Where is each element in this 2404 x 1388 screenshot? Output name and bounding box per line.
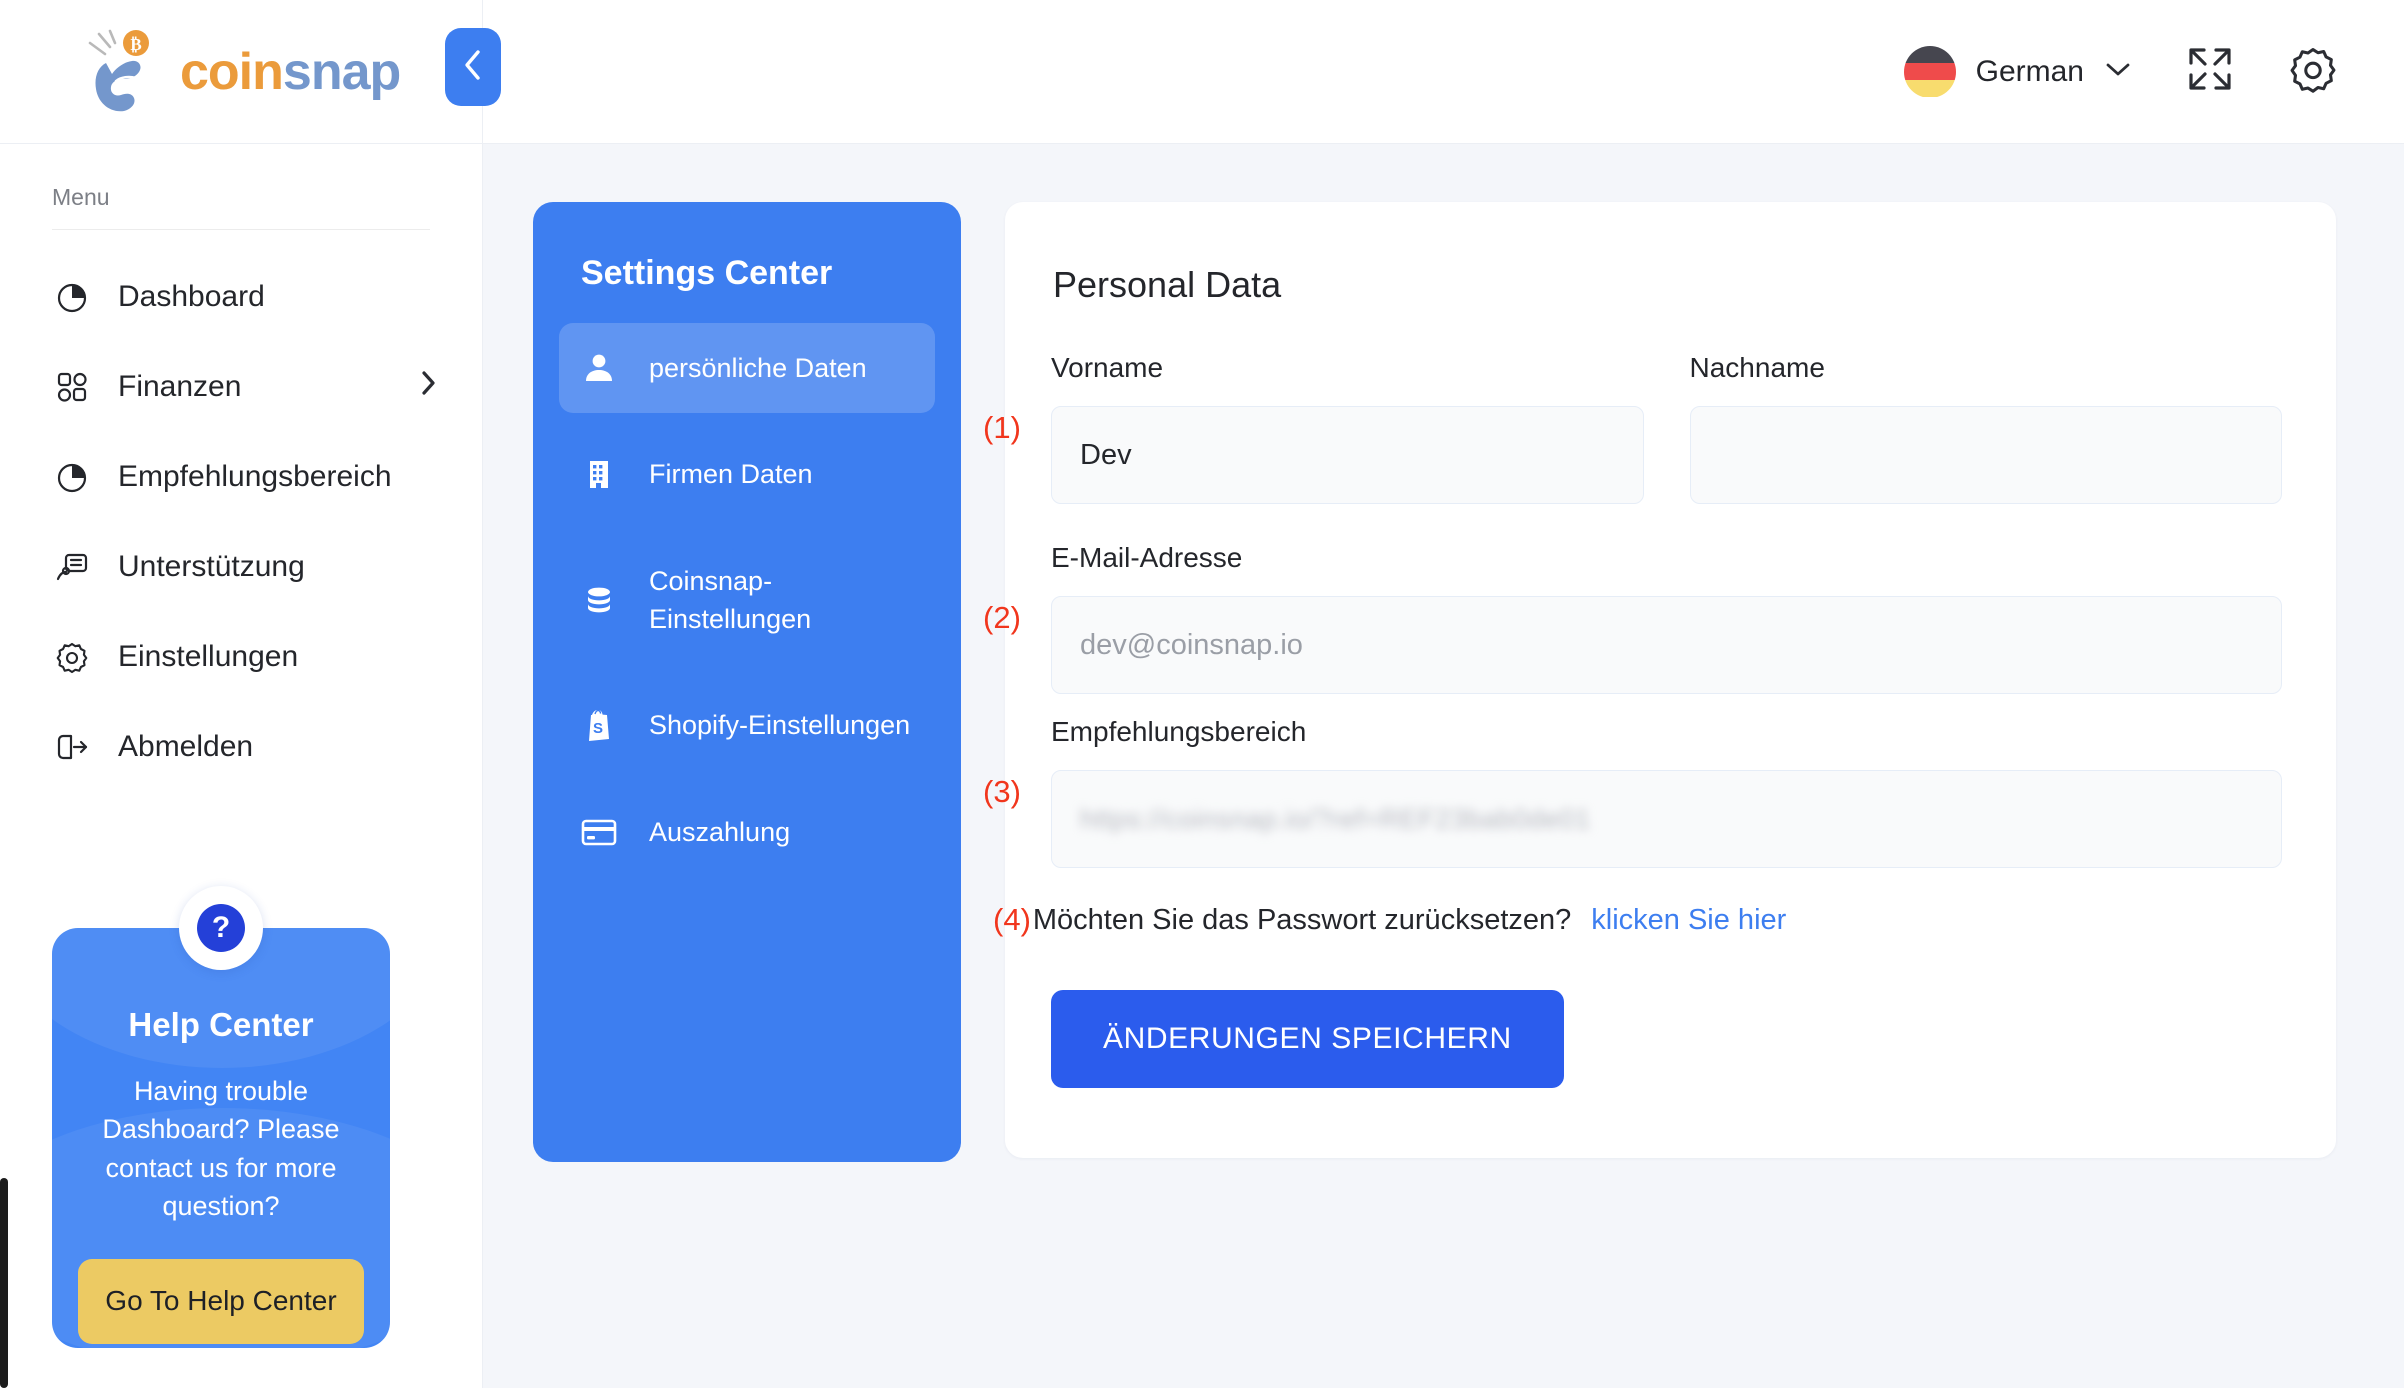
language-label: German	[1975, 54, 2084, 88]
last-name-input[interactable]	[1689, 406, 2282, 504]
settings-item-label: Coinsnap-Einstellungen	[649, 565, 812, 634]
last-name-label: Nachname	[1689, 352, 1825, 383]
name-field-row: Vorname (1) Dev Nachname	[983, 352, 2282, 520]
gear-icon	[2288, 44, 2338, 99]
help-question-badge: ?	[179, 886, 263, 970]
settings-item-label: persönliche Daten	[649, 353, 867, 383]
brand-name-part2: snap	[282, 42, 401, 101]
chevron-left-icon	[462, 48, 484, 87]
settings-item-coinsnap-einstellungen[interactable]: Coinsnap-Einstellungen	[559, 536, 935, 665]
coins-icon	[577, 583, 621, 617]
pie-chart-icon	[52, 457, 92, 497]
email-label: E-Mail-Adresse	[1051, 542, 1243, 573]
password-reset-text: Möchten Sie das Passwort zurücksetzen?	[1032, 903, 1572, 936]
settings-button[interactable]	[2288, 44, 2338, 99]
password-reset-link[interactable]: klicken Sie hier	[1591, 904, 1786, 937]
email-field-group: E-Mail-Adresse (2) dev@coinsnap.io	[983, 542, 2282, 694]
help-center-title: Help Center	[128, 1006, 314, 1043]
fullscreen-icon	[2184, 43, 2236, 100]
email-input[interactable]: dev@coinsnap.io	[1051, 596, 2282, 694]
app-root: ₿ coinsnap Menu Dashboard Finanzen Empfe…	[0, 0, 2404, 1388]
german-flag-icon	[1903, 45, 1956, 98]
help-center-card: ? Help Center Having trouble Dashboard? …	[52, 886, 390, 1348]
sidebar-nav: Dashboard Finanzen Empfehlungsbereich Un…	[0, 252, 482, 792]
settings-center-panel: Settings Center persönliche Daten Firmen…	[533, 202, 961, 1162]
logout-icon	[52, 727, 92, 767]
building-icon	[577, 457, 621, 491]
sidebar-item-dashboard[interactable]: Dashboard	[0, 252, 482, 342]
sidebar-item-abmelden[interactable]: Abmelden	[0, 702, 482, 792]
page-scrollbar[interactable]	[0, 1178, 8, 1388]
settings-item-persoenliche-daten[interactable]: persönliche Daten	[559, 323, 935, 414]
sidebar-collapse-button[interactable]	[445, 28, 501, 106]
sidebar: ₿ coinsnap Menu Dashboard Finanzen Empfe…	[0, 0, 501, 1388]
sidebar-item-label: Dashboard	[118, 280, 265, 313]
annotation-marker-2: (2)	[983, 600, 1021, 635]
svg-text:₿: ₿	[130, 35, 141, 54]
settings-item-shopify-einstellungen[interactable]: S Shopify-Einstellungen	[559, 680, 935, 770]
personal-data-card: Personal Data Vorname (1) Dev Nachname E…	[983, 202, 2336, 1158]
sidebar-item-label: Einstellungen	[118, 640, 299, 673]
menu-section-label: Menu	[52, 184, 110, 210]
last-name-field-group: Nachname	[1689, 352, 2282, 504]
sidebar-item-label: Empfehlungsbereich	[118, 460, 392, 493]
credit-card-icon	[577, 817, 621, 847]
password-reset-row: (4) Möchten Sie das Passwort zurücksetze…	[993, 902, 2282, 938]
chevron-down-icon	[2104, 60, 2132, 83]
settings-center-title: Settings Center	[581, 254, 833, 292]
sidebar-item-empfehlungsbereich[interactable]: Empfehlungsbereich	[0, 432, 482, 522]
sidebar-item-label: Finanzen	[118, 370, 242, 403]
first-name-field-group: Vorname (1) Dev	[983, 352, 1644, 504]
support-chat-icon	[52, 547, 92, 587]
brand-logo[interactable]: ₿ coinsnap	[0, 0, 482, 144]
annotation-marker-3: (3)	[983, 774, 1021, 809]
brand-name: coinsnap	[180, 42, 401, 102]
content-area: Settings Center persönliche Daten Firmen…	[483, 144, 2404, 1388]
referral-field-group: Empfehlungsbereich (3) https://coinsnap.…	[983, 716, 2282, 868]
shopify-bag-icon: S	[577, 708, 621, 742]
grid-icon	[52, 367, 92, 407]
question-mark-icon: ?	[197, 904, 245, 952]
sidebar-item-unterstuetzung[interactable]: Unterstützung	[0, 522, 482, 612]
person-icon	[577, 351, 621, 385]
annotation-marker-4: (4)	[993, 902, 1031, 937]
sidebar-item-label: Abmelden	[118, 730, 254, 763]
help-center-text: Having trouble Dashboard? Please contact…	[102, 1076, 340, 1221]
sidebar-item-label: Unterstützung	[118, 550, 305, 583]
settings-item-auszahlung[interactable]: Auszahlung	[559, 787, 935, 877]
settings-item-label: Shopify-Einstellungen	[649, 710, 911, 741]
language-selector[interactable]: German	[1903, 45, 2132, 98]
gear-icon	[52, 637, 92, 677]
settings-item-label: Firmen Daten	[649, 459, 813, 490]
sidebar-item-finanzen[interactable]: Finanzen	[0, 342, 482, 432]
sidebar-item-einstellungen[interactable]: Einstellungen	[0, 612, 482, 702]
menu-divider	[52, 229, 430, 230]
referral-label: Empfehlungsbereich	[1051, 716, 1307, 747]
pie-chart-icon	[52, 277, 92, 317]
annotation-marker-1: (1)	[983, 410, 1021, 445]
settings-item-label: Auszahlung	[649, 816, 791, 847]
chevron-right-icon[interactable]	[418, 368, 438, 406]
coinsnap-logo-icon: ₿	[88, 29, 164, 115]
top-bar: German	[483, 0, 2404, 144]
page-title: Personal Data	[1053, 264, 1282, 305]
referral-link-value: https://coinsnap.io/?ref=REF23bab0de01	[1080, 803, 1591, 834]
brand-name-part1: coin	[180, 42, 284, 101]
first-name-input[interactable]: Dev	[1051, 406, 1644, 504]
referral-link-input[interactable]: https://coinsnap.io/?ref=REF23bab0de01	[1051, 770, 2282, 868]
settings-item-firmen-daten[interactable]: Firmen Daten	[559, 429, 935, 519]
save-changes-button[interactable]: ÄNDERUNGEN SPEICHERN	[1051, 990, 1564, 1088]
first-name-label: Vorname	[1051, 352, 1164, 383]
main-area: German Settings Center persönliche Daten…	[483, 0, 2404, 1388]
svg-text:S: S	[593, 720, 603, 737]
fullscreen-button[interactable]	[2184, 43, 2236, 100]
go-to-help-center-button[interactable]: Go To Help Center	[78, 1259, 364, 1344]
